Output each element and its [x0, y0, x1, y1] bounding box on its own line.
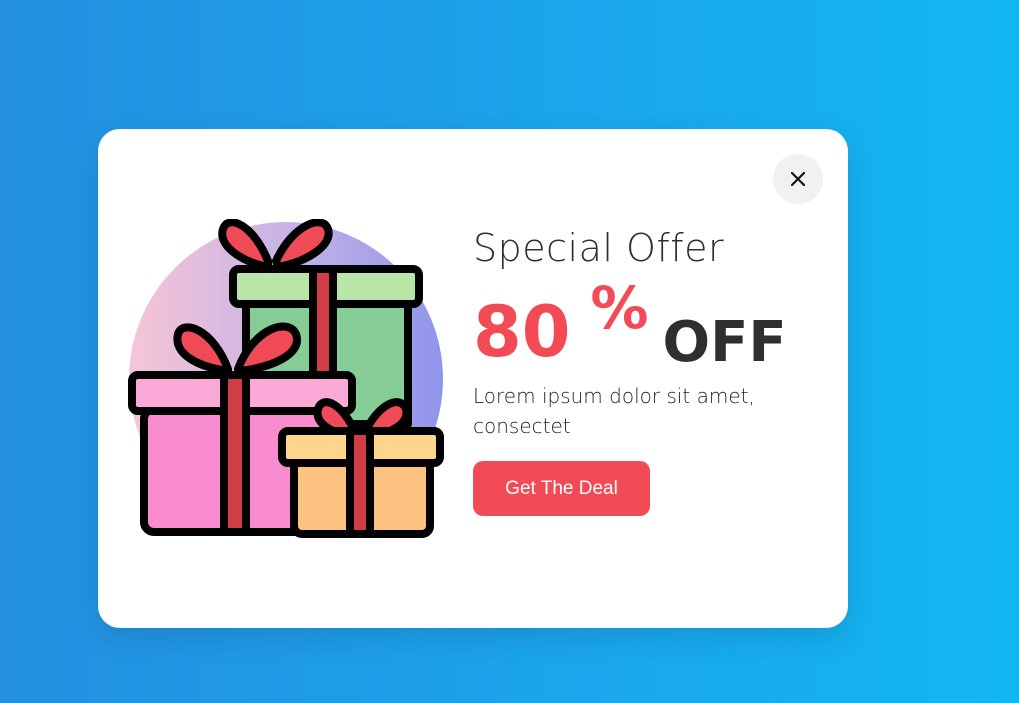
gift-boxes-illustration [128, 219, 444, 538]
offer-title: Special Offer [473, 226, 725, 270]
offer-content: Special Offer 80 % OFF Lorem ipsum dolor… [473, 229, 813, 516]
discount-number: 80 [473, 291, 571, 373]
get-deal-button[interactable]: Get The Deal [473, 461, 650, 516]
discount-percent: % [590, 274, 649, 342]
close-button[interactable] [773, 154, 823, 204]
offer-modal: Special Offer 80 % OFF Lorem ipsum dolor… [98, 129, 848, 628]
close-icon [790, 171, 806, 187]
discount-row: 80 % OFF [473, 274, 813, 373]
offer-description: Lorem ipsum dolor sit amet, consectet [473, 384, 755, 438]
discount-off-label: OFF [662, 310, 787, 375]
